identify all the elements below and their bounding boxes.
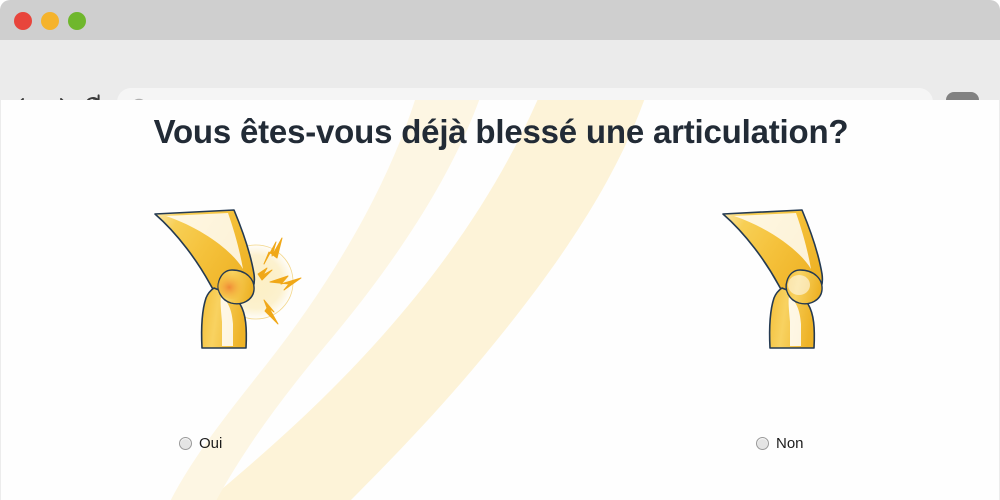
radio-button-non[interactable]: [756, 437, 769, 450]
browser-titlebar: [0, 0, 1000, 40]
app-root: Vous êtes-vous déjà blessé une articulat…: [0, 0, 1000, 500]
options-row: Oui Non: [1, 200, 999, 490]
radio-option-oui[interactable]: Oui: [179, 435, 222, 452]
option-oui: Oui: [31, 200, 391, 490]
window-controls: [14, 12, 86, 30]
page-title: Vous êtes-vous déjà blessé une articulat…: [153, 113, 849, 150]
browser-window: [0, 0, 1000, 132]
injured-knee-illustration: [136, 200, 336, 360]
radio-label-non: Non: [776, 435, 804, 452]
healthy-knee-illustration: [704, 200, 904, 360]
radio-label-oui: Oui: [199, 435, 223, 452]
radio-button-oui[interactable]: [179, 437, 192, 450]
radio-option-non[interactable]: Non: [756, 435, 804, 452]
minimize-button[interactable]: [41, 12, 59, 30]
maximize-button[interactable]: [68, 12, 86, 30]
browser-toolbar: [0, 40, 1000, 132]
page-content: Vous êtes-vous déjà blessé une articulat…: [0, 100, 1000, 500]
close-button[interactable]: [14, 12, 32, 30]
option-non: Non: [601, 200, 961, 490]
